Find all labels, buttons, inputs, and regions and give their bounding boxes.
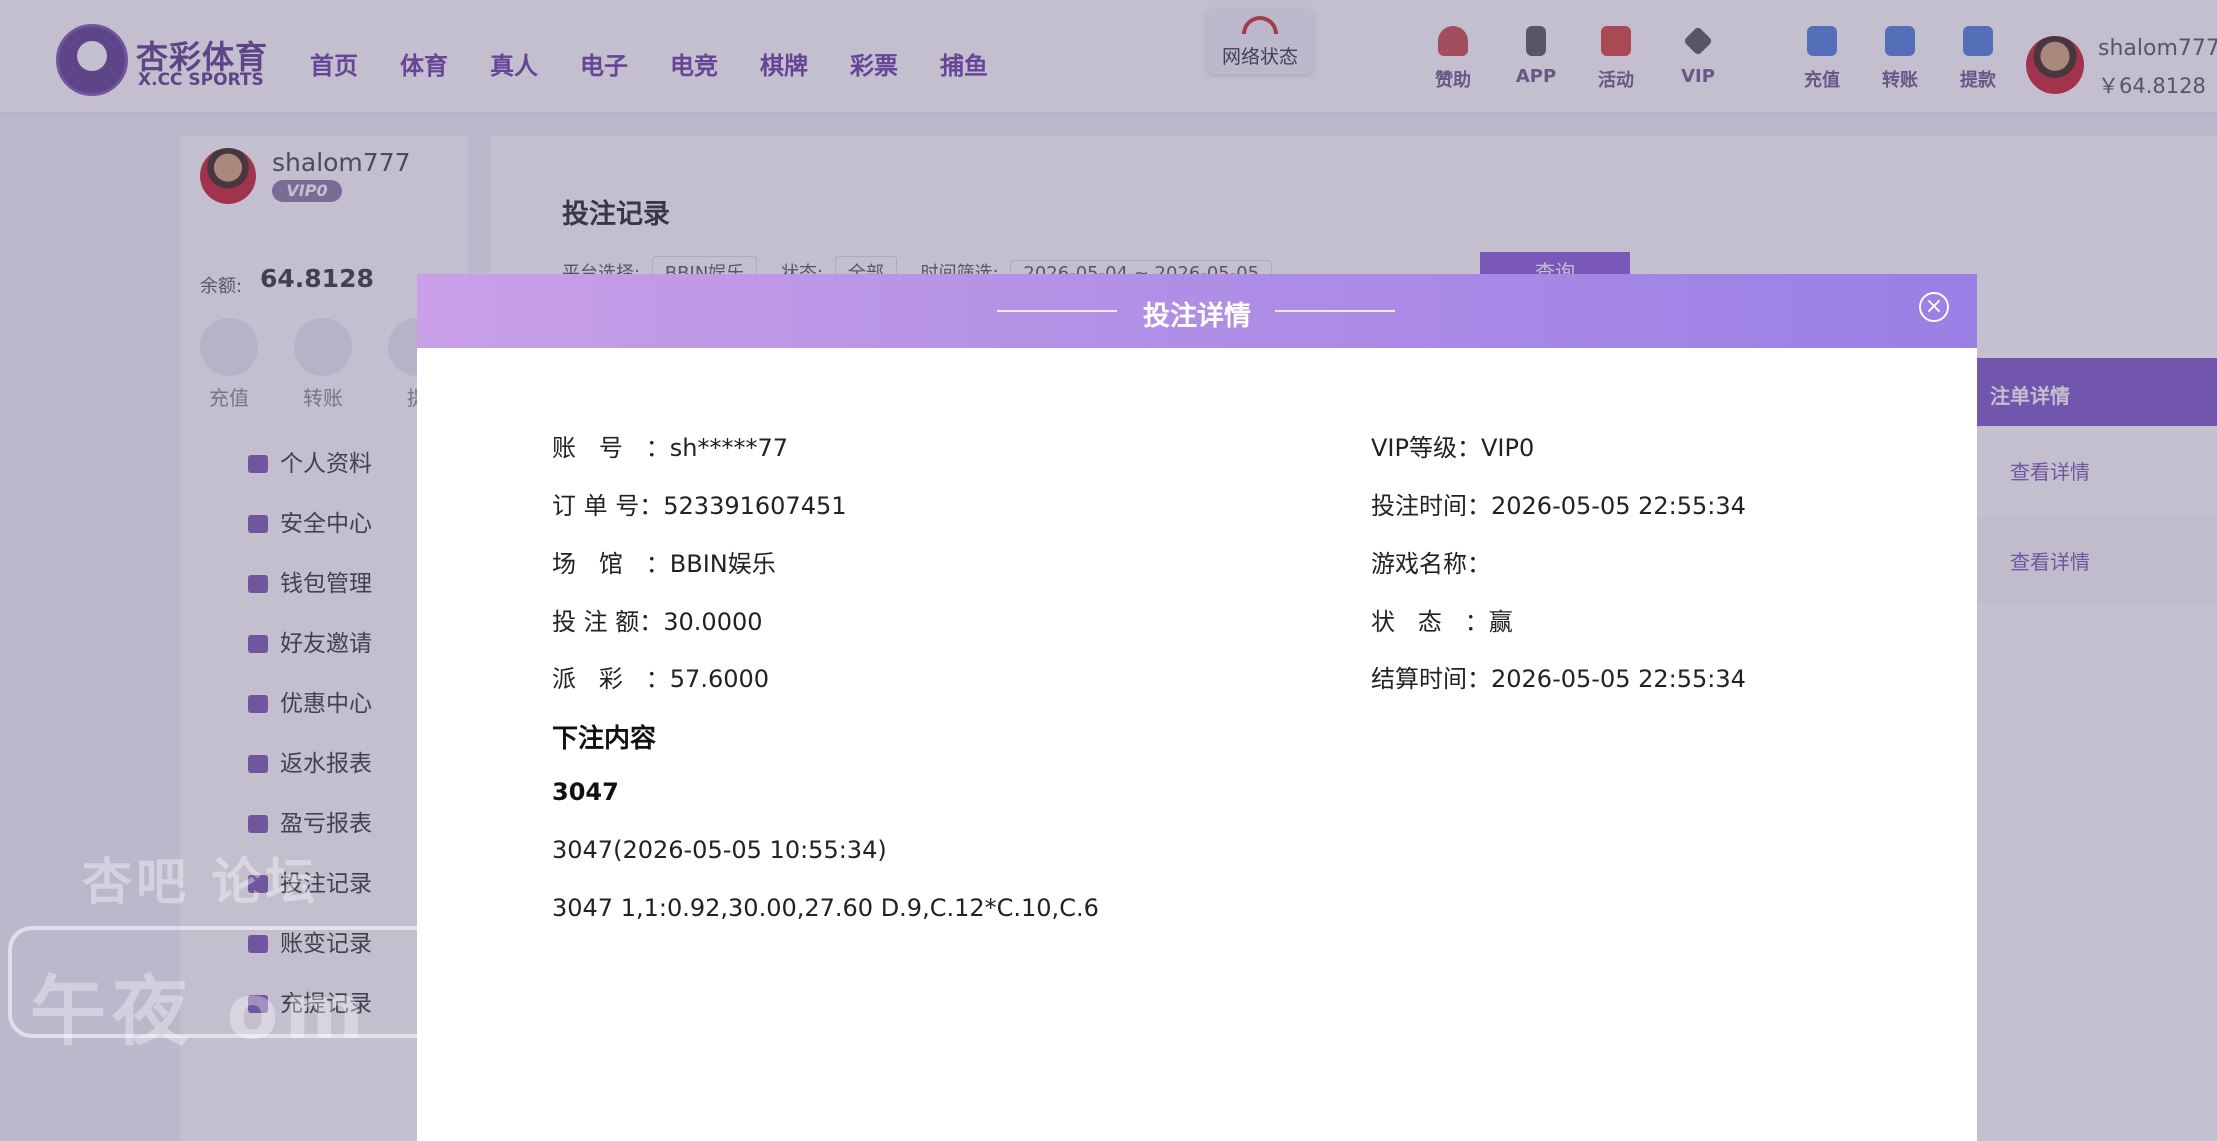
field-label: 投注时间： (1371, 492, 1491, 520)
modal-title: 投注详情 (1143, 301, 1251, 332)
field-label: 结算时间： (1371, 665, 1491, 693)
field-value: 30.0000 (663, 608, 763, 636)
field-label: 投 注 额： (552, 608, 664, 636)
bet-content-line: 3047(2026-05-05 10:55:34) (552, 836, 887, 864)
bet-detail-modal: 投注详情 × 账 号 ：sh*****77 订 单 号：523391607451… (417, 274, 1977, 1141)
bet-content-title: 下注内容 (552, 724, 657, 754)
field-label: 游戏名称： (1371, 550, 1491, 578)
field-value: 523391607451 (663, 492, 847, 520)
bet-content-heading: 3047 (552, 778, 619, 806)
field-order-no: 订 单 号：523391607451 (552, 486, 847, 521)
field-value: VIP0 (1480, 434, 1535, 462)
field-label: 派 彩 ： (552, 665, 670, 693)
modal-header: 投注详情 × (417, 274, 1977, 348)
field-venue: 场 馆 ：BBIN娱乐 (552, 544, 776, 579)
field-label: VIP等级： (1371, 434, 1481, 462)
field-account: 账 号 ：sh*****77 (552, 428, 788, 463)
field-value: 2026-05-05 22:55:34 (1491, 665, 1746, 693)
field-status: 状 态 ：赢 (1371, 602, 1513, 637)
field-label: 订 单 号： (552, 492, 664, 520)
field-value: sh*****77 (669, 434, 789, 462)
field-vip-level: VIP等级：VIP0 (1371, 428, 1534, 463)
field-settle-time: 结算时间：2026-05-05 22:55:34 (1371, 659, 1746, 694)
field-value: 2026-05-05 22:55:34 (1491, 492, 1746, 520)
field-label: 场 馆 ： (552, 550, 670, 578)
field-value: 57.6000 (669, 665, 770, 693)
field-label: 状 态 ： (1371, 608, 1489, 636)
field-payout: 派 彩 ：57.6000 (552, 659, 769, 694)
watermark-text: 杏吧 论坛 (82, 852, 320, 911)
watermark-text-large: 午夜 om (30, 967, 370, 1056)
field-label: 账 号 ： (552, 434, 670, 462)
field-game-name: 游戏名称： (1371, 544, 1491, 579)
close-icon[interactable]: × (1919, 292, 1949, 322)
field-bet-amount: 投 注 额：30.0000 (552, 602, 763, 637)
field-bet-time: 投注时间：2026-05-05 22:55:34 (1371, 486, 1746, 521)
field-value: 赢 (1488, 608, 1513, 636)
field-value: BBIN娱乐 (669, 550, 776, 578)
bet-content-line: 3047 1,1:0.92,30.00,27.60 D.9,C.12*C.10,… (552, 894, 1099, 922)
